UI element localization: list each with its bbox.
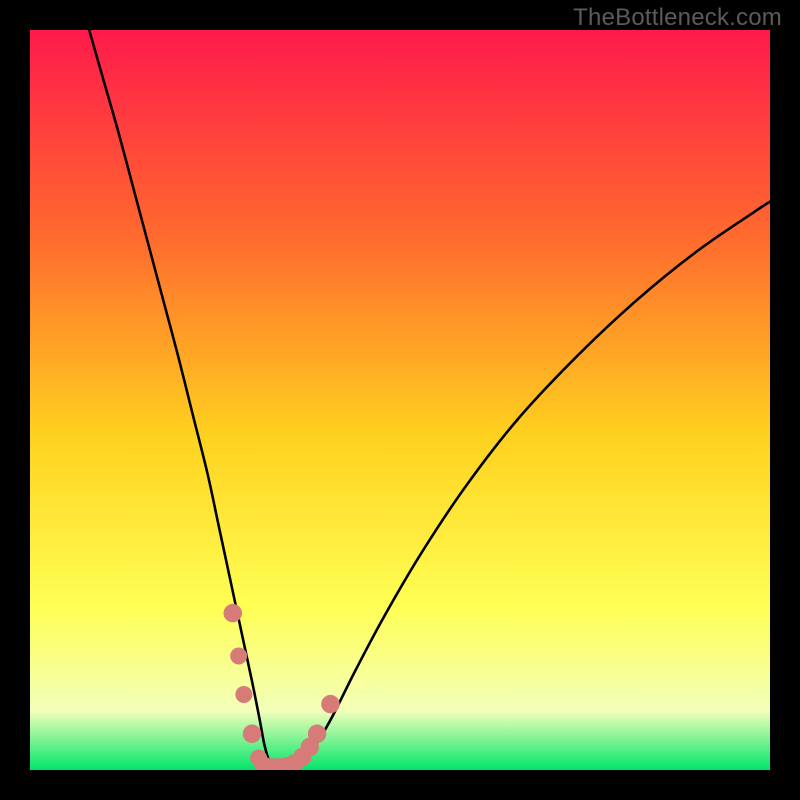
marker-dot	[235, 686, 252, 703]
chart-frame: TheBottleneck.com	[0, 0, 800, 800]
marker-dot	[224, 604, 243, 623]
marker-dot	[243, 724, 262, 743]
marker-dot	[308, 724, 327, 743]
marker-dot	[230, 648, 247, 665]
marker-dot	[321, 695, 340, 714]
plot-area	[30, 30, 770, 770]
bottleneck-curve	[89, 30, 770, 768]
chart-svg	[30, 30, 770, 770]
watermark-text: TheBottleneck.com	[573, 4, 782, 32]
